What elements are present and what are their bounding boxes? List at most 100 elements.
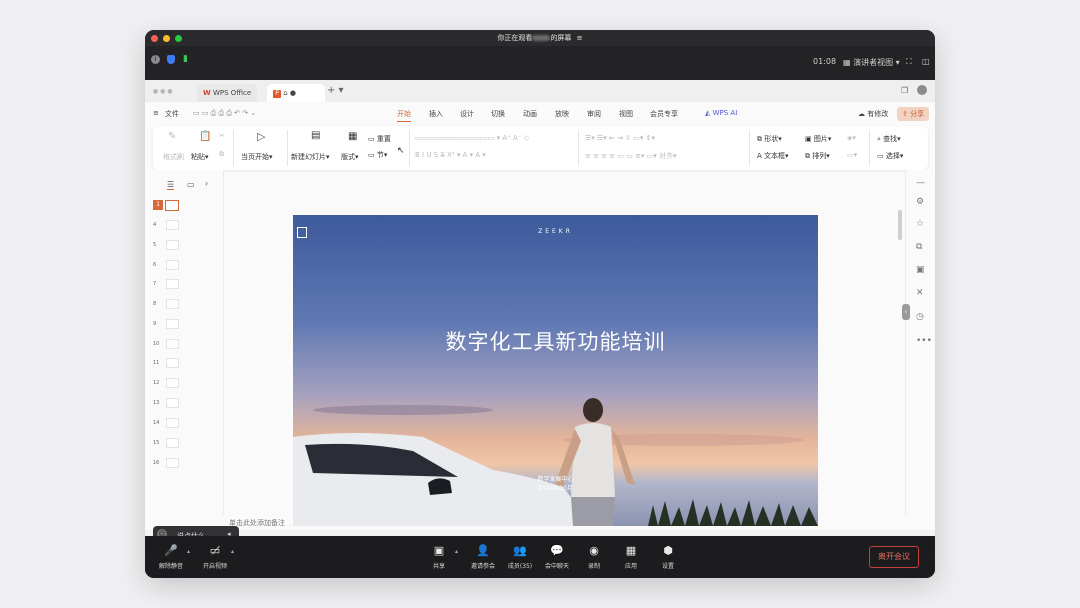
slide-thumb[interactable]: [166, 279, 179, 289]
paste-button[interactable]: 粘贴▾: [191, 152, 209, 162]
sidebar-toggle-icon[interactable]: ◫: [922, 57, 930, 66]
share-options-icon[interactable]: ▴: [455, 548, 458, 555]
hamburger-icon[interactable]: ≡: [153, 109, 159, 117]
mute-button[interactable]: 🎤 解除静音: [151, 544, 191, 570]
slide-view-icon[interactable]: ▭: [187, 180, 195, 189]
chevron-right-icon[interactable]: ›: [205, 179, 208, 188]
tab-review[interactable]: 审阅: [587, 109, 601, 119]
slide-thumb[interactable]: [166, 220, 179, 230]
slide-thumb[interactable]: [166, 339, 179, 349]
slide-number: 15: [153, 440, 160, 446]
more-icon[interactable]: •••: [916, 336, 932, 346]
tab-slideshow[interactable]: 放映: [555, 109, 569, 119]
picture-button[interactable]: ▣ 图片▾: [805, 134, 831, 144]
outline-button[interactable]: ▭▾: [847, 151, 857, 159]
slide-thumb[interactable]: [166, 378, 179, 388]
mic-options-icon[interactable]: ▴: [187, 548, 190, 555]
font-name-select[interactable]: ▭▭▭▭▭▭▭▭▭▭▭▭ ▾ A⁺ A⁻ ◇: [415, 134, 529, 142]
share-screen-button[interactable]: ▣ 共享: [419, 544, 459, 570]
slide-thumb[interactable]: [166, 418, 179, 428]
slide-thumb[interactable]: [166, 458, 179, 468]
tab-view[interactable]: 视图: [619, 109, 633, 119]
collapse-icon[interactable]: —: [916, 178, 925, 188]
invite-button[interactable]: 👤 邀请参会: [463, 544, 503, 570]
shape-button[interactable]: ⧉ 形状▾: [757, 134, 782, 144]
textbox-button[interactable]: A 文本框▾: [757, 151, 789, 161]
slide-thumb[interactable]: [166, 438, 179, 448]
share-button[interactable]: ⇪ 分享: [897, 107, 930, 121]
video-button[interactable]: ▭̸ 开启视频: [195, 544, 235, 570]
adjust-icon[interactable]: ⚙: [916, 197, 924, 207]
ppt-file-icon: P: [273, 90, 281, 98]
slide-canvas[interactable]: ZEEKR 数字化工具新功能培训 数字发展中心 2024年10月: [293, 215, 818, 526]
find-button[interactable]: ⌕ 查找▾: [877, 134, 901, 144]
star-icon[interactable]: ☆: [916, 219, 924, 229]
history-icon[interactable]: ◷: [916, 312, 924, 322]
list-buttons[interactable]: ☰▾ ☰▾ ⇤ ⇥ ⇳ ▭▾ ⇕▾: [585, 134, 655, 142]
slide-thumb[interactable]: [166, 260, 179, 270]
from-current-button[interactable]: 当页开始▾: [241, 152, 273, 162]
section-label: 节: [376, 151, 384, 159]
quick-access-icons[interactable]: ▭ ▭ ⎙ ⎙ ⎙ ↶ ↷ ⌄: [193, 109, 256, 118]
record-button[interactable]: ◉ 录制: [574, 544, 614, 570]
tab-animation[interactable]: 动画: [523, 109, 537, 119]
reset-button[interactable]: ▭ 重置: [368, 134, 391, 144]
copy-icon[interactable]: ⧉: [219, 150, 224, 159]
fill-button[interactable]: ◈▾: [847, 134, 856, 142]
slide-number: 4: [153, 222, 157, 228]
section-button[interactable]: ▭ 节▾: [368, 150, 387, 160]
vertical-scrollbar[interactable]: [898, 210, 902, 240]
new-slide-button[interactable]: 新建幻灯片▾: [291, 152, 330, 162]
notes-area[interactable]: 单击此处添加备注: [223, 515, 905, 531]
copy-style-icon[interactable]: ⧉: [916, 242, 922, 252]
tab-insert[interactable]: 插入: [429, 109, 443, 119]
mouse-pointer-icon: ↖: [397, 146, 405, 156]
members-button[interactable]: 👥 成员(35): [500, 544, 540, 570]
slide-department: 数字发展中心: [537, 476, 574, 483]
settings-button[interactable]: ⬢ 设置: [648, 544, 688, 570]
has-changes-button[interactable]: ☁ 有修改: [858, 109, 888, 119]
tab-member[interactable]: 会员专享: [650, 109, 678, 119]
select-button[interactable]: ▭ 选择▾: [877, 151, 903, 161]
panel-collapse-handle[interactable]: ‹: [902, 304, 910, 320]
shield-icon[interactable]: [167, 55, 175, 64]
outline-view-icon[interactable]: ☰: [167, 180, 175, 190]
tab-design[interactable]: 设计: [460, 109, 474, 119]
restore-icon[interactable]: ❐: [901, 86, 908, 95]
tools-icon[interactable]: ✕: [916, 288, 924, 298]
layout-label: 版式: [341, 153, 355, 161]
slide-thumb[interactable]: [166, 319, 179, 329]
wps-app: ● ● ● W WPS Office P ⌂ ● + ▾ ❐ ≡ 文件 ▭ ▭ …: [145, 80, 935, 544]
info-icon[interactable]: i: [151, 55, 160, 64]
leave-meeting-button[interactable]: 离开会议: [869, 546, 919, 568]
menu-bar: ≡ 文件 ▭ ▭ ⎙ ⎙ ⎙ ↶ ↷ ⌄ 开始 插入 设计 切换 动画 放映 审…: [145, 102, 935, 126]
tab-wps-office[interactable]: W WPS Office: [197, 84, 258, 102]
format-painter-button[interactable]: 格式刷: [163, 152, 184, 162]
slide-thumb[interactable]: [166, 240, 179, 250]
fullscreen-icon[interactable]: ⛶: [906, 57, 912, 67]
tab-presentation[interactable]: P ⌂ ●: [267, 84, 325, 102]
slide-thumb-current[interactable]: [165, 200, 179, 211]
layout-button[interactable]: 版式▾: [341, 152, 359, 162]
presenter-view-button[interactable]: ▦ 演讲者视图 ▾: [843, 57, 900, 68]
image-edit-icon[interactable]: ▣: [916, 265, 925, 275]
signal-icon[interactable]: ▮: [183, 54, 188, 64]
reset-label: 重置: [376, 135, 391, 143]
apps-button[interactable]: ▦ 应用: [611, 544, 651, 570]
slide-thumb[interactable]: [166, 358, 179, 368]
wps-ai-button[interactable]: ◭ WPS AI: [705, 109, 737, 117]
video-options-icon[interactable]: ▴: [231, 548, 234, 555]
align-buttons[interactable]: ≡ ≡ ≡ ≡ ▭ ▭ ≡▾ ▭▾ 对齐▾: [585, 151, 677, 161]
slide-thumb[interactable]: [166, 398, 179, 408]
avatar[interactable]: [917, 85, 927, 95]
chat-button[interactable]: 💬 会中聊天: [537, 544, 577, 570]
menu-lines-icon[interactable]: ≡: [577, 34, 583, 42]
cut-icon[interactable]: ✂: [219, 132, 225, 140]
slide-thumb[interactable]: [166, 299, 179, 309]
tab-transition[interactable]: 切换: [491, 109, 505, 119]
new-tab-button[interactable]: + ▾: [327, 85, 344, 96]
arrange-button[interactable]: ⧉ 排列▾: [805, 151, 830, 161]
menu-file[interactable]: 文件: [165, 109, 179, 119]
tab-home[interactable]: 开始: [397, 109, 411, 122]
font-style-buttons[interactable]: B I U S S̶ X² ▾ A ▾ A ▾: [415, 151, 486, 159]
